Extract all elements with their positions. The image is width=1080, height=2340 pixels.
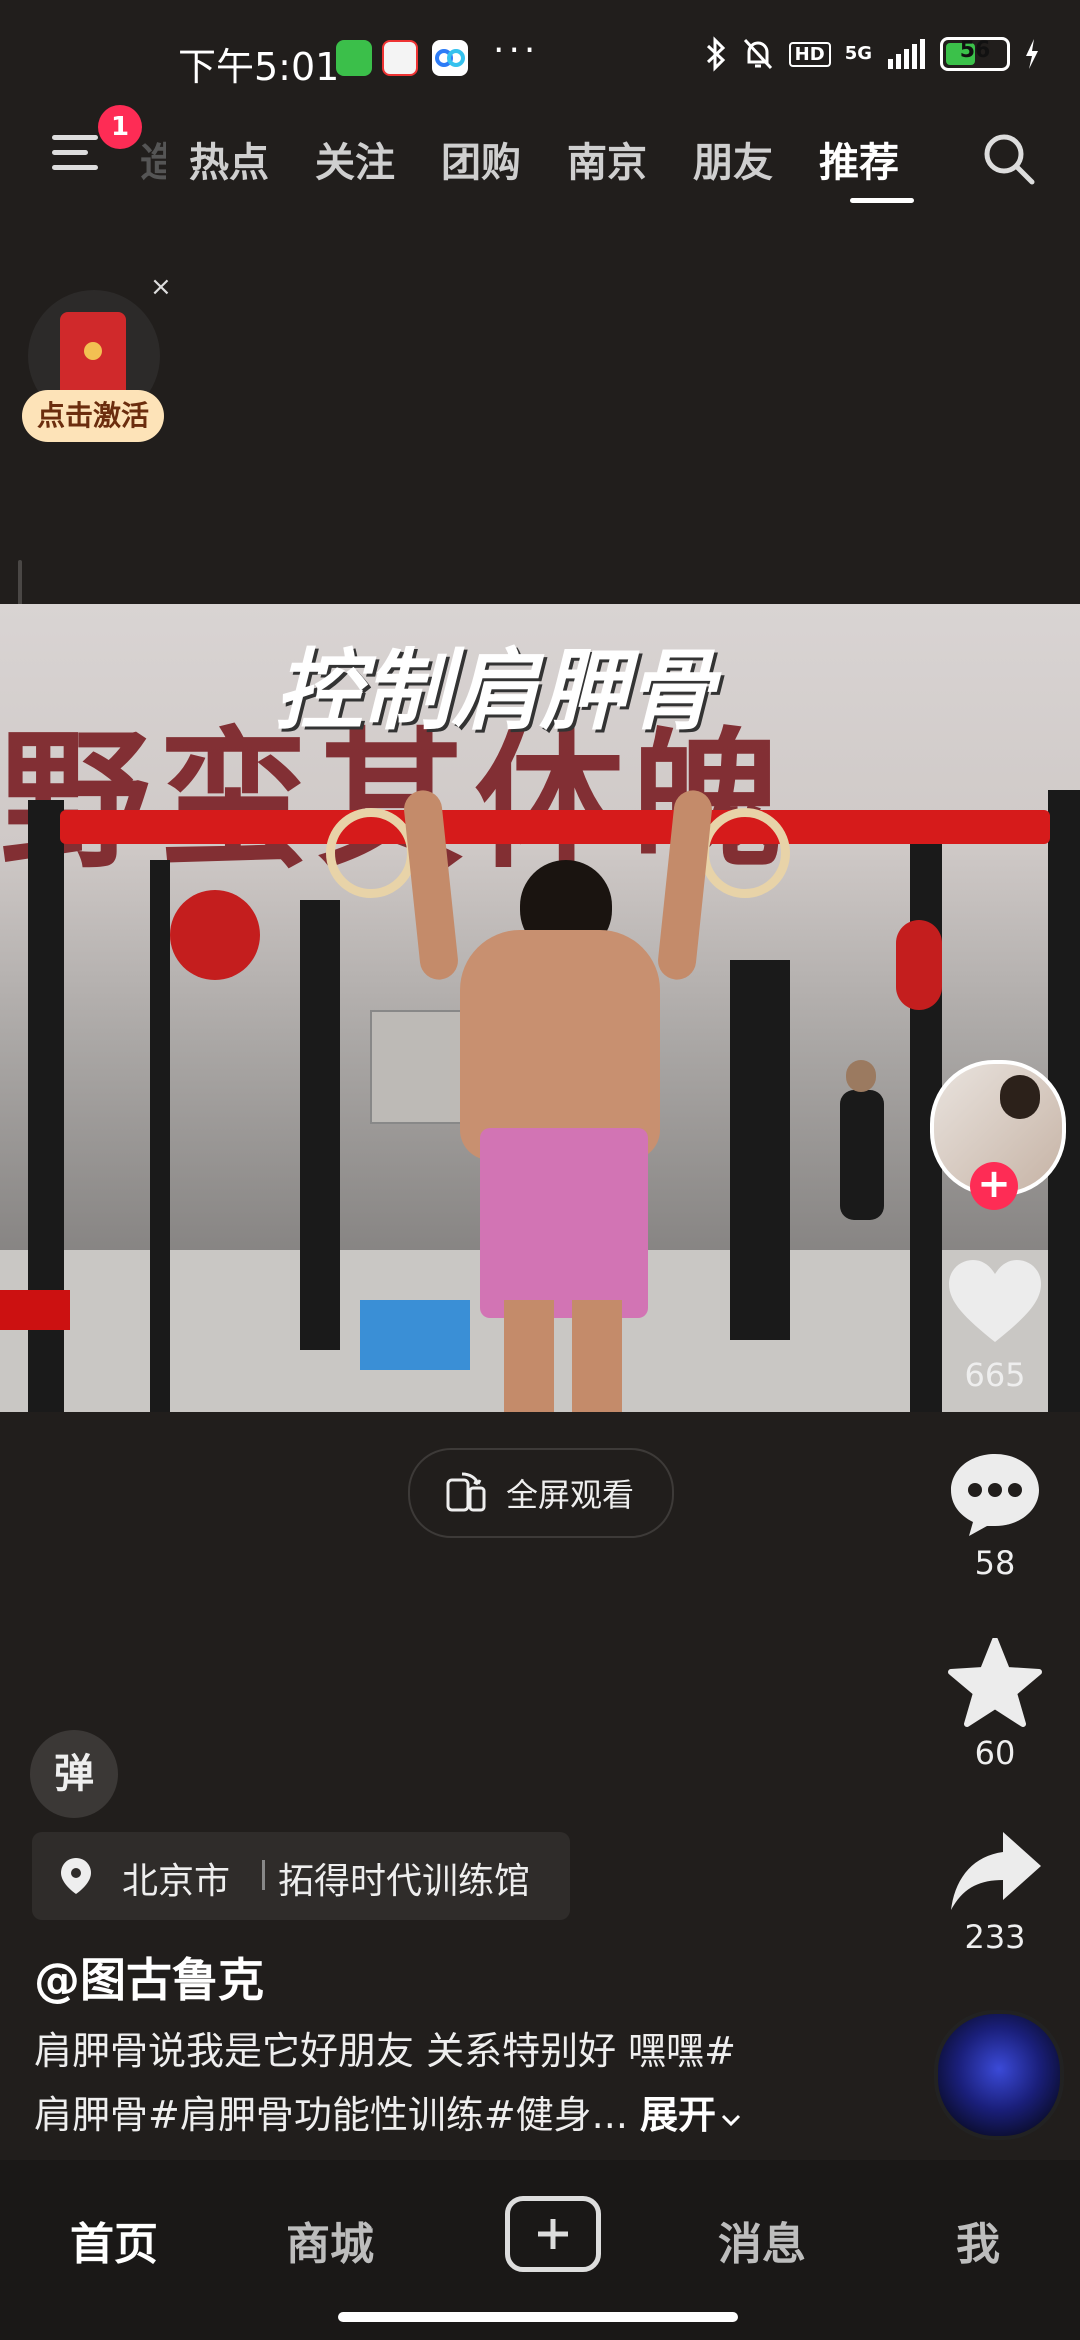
location-place: 拓得时代训练馆 — [278, 1861, 531, 1902]
location-city: 北京市 — [122, 1861, 231, 1902]
red-packet-close-button[interactable]: × — [150, 272, 172, 302]
share-count: 233 — [964, 1918, 1026, 1956]
danmaku-toggle-button[interactable]: 弹 — [30, 1730, 118, 1818]
machine-right — [730, 960, 790, 1340]
rotate-screen-icon — [446, 1472, 486, 1512]
baidu-netdisk-icon — [432, 40, 468, 76]
caption-text: 肩胛骨#肩胛骨功能性训练#健身... — [34, 2093, 628, 2137]
athlete-back — [460, 930, 660, 1160]
hd-badge: HD — [788, 41, 831, 67]
tab-partial[interactable]: 造 — [140, 130, 166, 188]
tab-hot[interactable]: 热点 — [166, 130, 292, 188]
like-heart-icon[interactable] — [945, 1256, 1045, 1346]
bluetooth-icon — [706, 36, 725, 72]
menu-badge: 1 — [98, 105, 142, 149]
follow-button[interactable]: + — [970, 1162, 1018, 1210]
tab-nanjing[interactable]: 南京 — [544, 130, 670, 188]
comment-count: 58 — [974, 1544, 1016, 1582]
weight-plate-right — [896, 920, 942, 1010]
nav-tabs: 造 热点 关注 团购 南京 朋友 推荐 — [140, 130, 922, 188]
tab-recommended[interactable]: 推荐 — [796, 130, 922, 188]
like-count: 665 — [964, 1356, 1026, 1394]
coin-icon — [84, 342, 102, 360]
red-packet-activate-button[interactable]: 点击激活 — [22, 390, 164, 442]
tab-following[interactable]: 关注 — [292, 130, 418, 188]
music-disc-avatar[interactable] — [934, 2010, 1064, 2140]
background-person-head — [846, 1060, 876, 1092]
mute-bell-icon — [743, 38, 772, 70]
tab-friends[interactable]: 朋友 — [670, 130, 796, 188]
active-tab-indicator — [850, 198, 914, 203]
comment-icon[interactable] — [945, 1448, 1045, 1538]
rack-post-left-inner — [150, 860, 170, 1412]
background-person — [840, 1090, 884, 1220]
nav-messages[interactable]: 消息 — [718, 2208, 806, 2272]
red-weight — [0, 1290, 70, 1330]
nav-mall[interactable]: 商城 — [286, 2208, 374, 2272]
tab-group-buy[interactable]: 团购 — [418, 130, 544, 188]
58-icon — [382, 40, 418, 76]
cable-machine — [300, 900, 340, 1350]
battery-level: 56 — [959, 38, 991, 63]
nav-home[interactable]: 首页 — [70, 2208, 158, 2272]
menu-icon[interactable] — [52, 135, 102, 175]
expand-caption-button[interactable]: 展开 — [640, 2093, 742, 2137]
status-right-group: HD 5G 56 — [705, 36, 1040, 72]
avatar-portrait — [1000, 1075, 1040, 1119]
electrical-box — [370, 1010, 464, 1124]
left-leg — [504, 1300, 554, 1412]
signal-icon — [888, 39, 925, 69]
battery-icon: 56 — [940, 37, 1010, 71]
charging-icon — [1026, 39, 1038, 69]
caption-line-1: 肩胛骨说我是它好朋友 关系特别好 嘿嘿# — [34, 2029, 736, 2073]
more-notifications-icon: ··· — [493, 30, 540, 71]
nav-me[interactable]: 我 — [956, 2208, 1000, 2272]
chevron-down-icon — [721, 2114, 741, 2127]
create-post-button[interactable] — [505, 2196, 601, 2272]
pull-up-bar — [60, 810, 1050, 844]
caption-line-2: 肩胛骨#肩胛骨功能性训练#健身... 展开 — [34, 2084, 742, 2139]
weight-plate-left — [170, 890, 260, 980]
favorite-count: 60 — [974, 1734, 1016, 1772]
wechat-icon — [336, 40, 372, 76]
expand-label: 展开 — [640, 2093, 717, 2137]
share-arrow-icon[interactable] — [945, 1826, 1045, 1916]
location-divider — [262, 1860, 265, 1890]
right-leg — [572, 1300, 622, 1412]
location-pin-icon — [61, 1858, 91, 1894]
network-type: 5G — [844, 43, 872, 64]
plus-icon — [538, 2219, 568, 2249]
blue-bench — [360, 1300, 470, 1370]
fullscreen-label: 全屏观看 — [506, 1476, 635, 1514]
gymnastic-ring-right — [700, 808, 790, 898]
status-bar: 下午5:01 ··· HD 5G 56 — [0, 0, 1080, 120]
home-indicator — [338, 2312, 738, 2322]
athlete-shorts — [480, 1128, 648, 1318]
search-icon[interactable] — [980, 130, 1036, 186]
video-title-overlay: 控制肩胛骨 — [275, 639, 716, 742]
gymnastic-ring-left — [326, 808, 416, 898]
status-time: 下午5:01 — [178, 45, 340, 89]
favorite-star-icon[interactable] — [945, 1638, 1045, 1728]
author-name[interactable]: @图古鲁克 — [34, 1944, 264, 2010]
